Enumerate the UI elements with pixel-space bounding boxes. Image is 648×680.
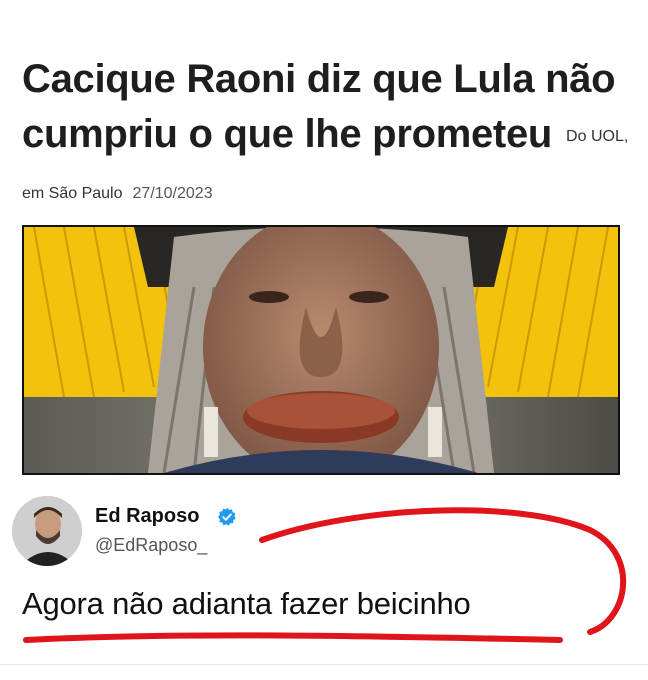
portrait-photo-illustration	[24, 227, 618, 473]
avatar-photo	[12, 496, 82, 566]
tweet-display-name[interactable]: Ed Raposo	[95, 505, 199, 528]
article-date: 27/10/2023	[132, 185, 213, 202]
tweet-text: Agora não adianta fazer beicinho	[22, 586, 471, 621]
avatar[interactable]	[12, 496, 82, 566]
article-headline: Cacique Raoni diz que Lula não cumpriu o…	[22, 52, 632, 221]
divider	[0, 664, 648, 665]
headline-text: Cacique Raoni diz que Lula não cumpriu o…	[22, 57, 616, 156]
tweet-handle[interactable]: @EdRaposo_	[95, 535, 207, 556]
article-photo	[22, 225, 620, 475]
verified-badge-icon	[218, 507, 236, 526]
